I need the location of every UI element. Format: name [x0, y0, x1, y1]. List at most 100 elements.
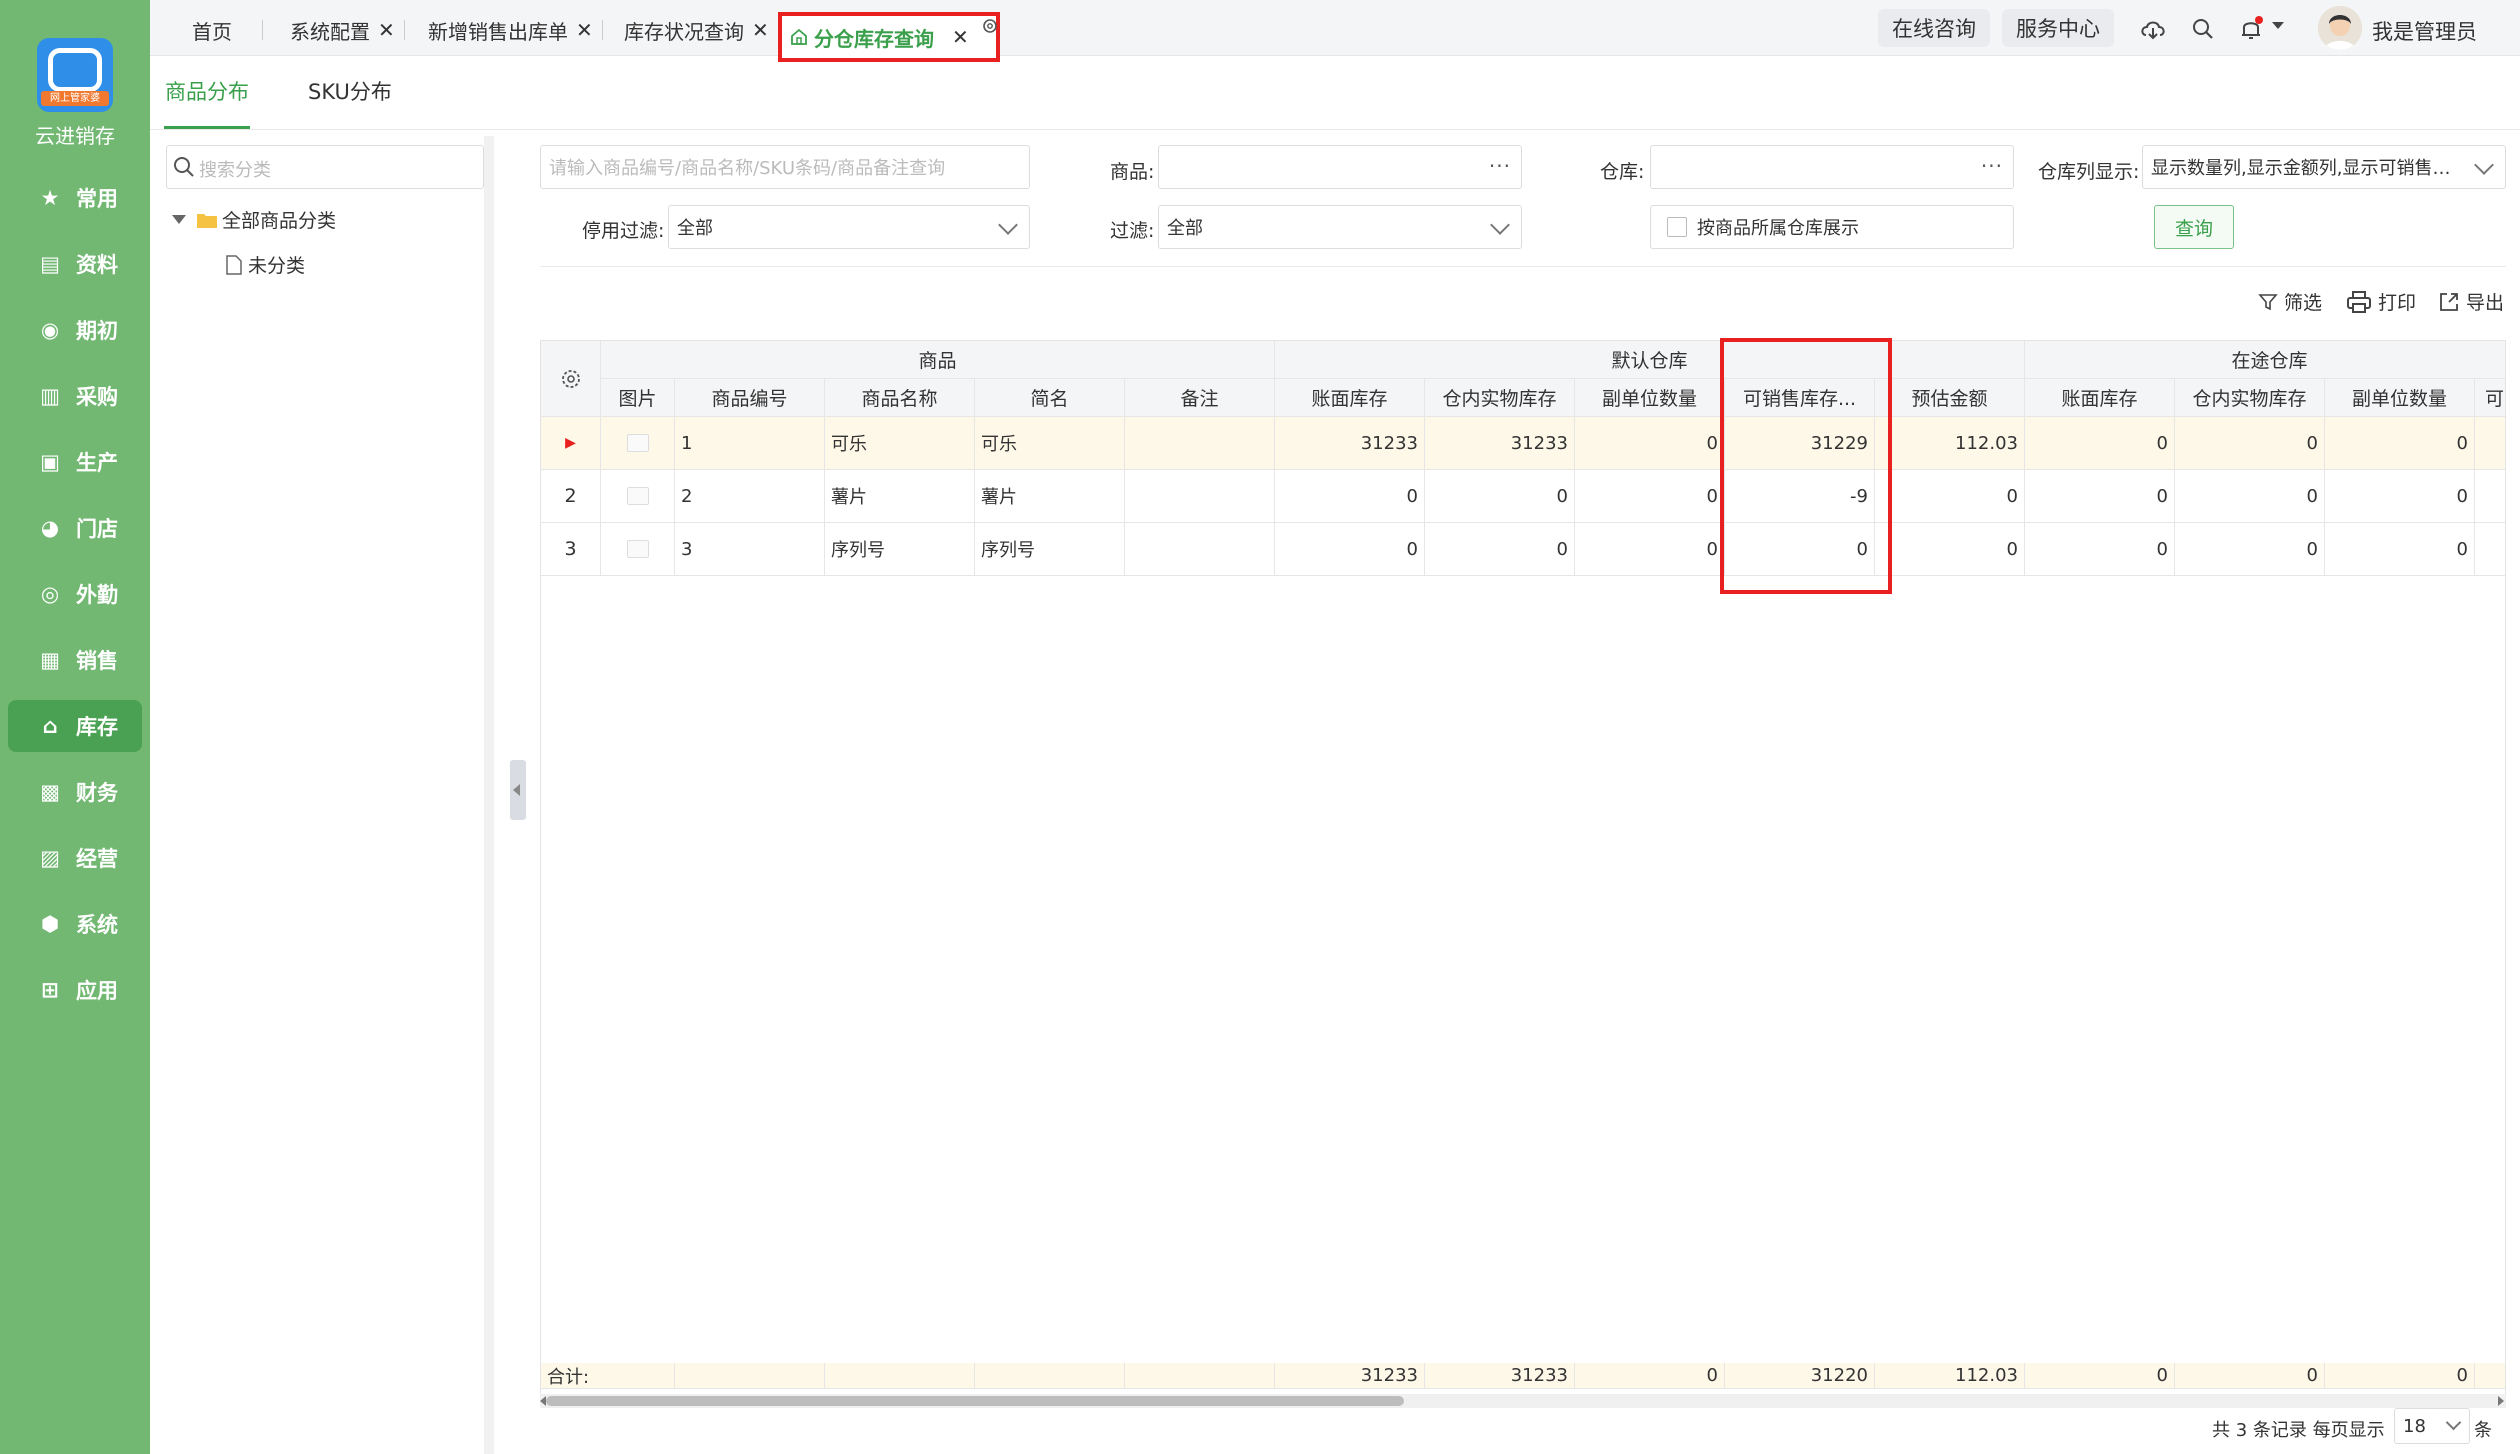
- table-row-cell[interactable]: 0: [2175, 523, 2325, 576]
- subtab-product-distribution[interactable]: 商品分布: [165, 76, 249, 106]
- table-row-cell[interactable]: 31233: [1425, 417, 1575, 470]
- sidebar-item[interactable]: ▥ 采购: [8, 370, 142, 422]
- table-row-cell[interactable]: 0: [1575, 417, 1725, 470]
- scrollbar-thumb[interactable]: [546, 1396, 1404, 1406]
- table-row-cell[interactable]: [2475, 470, 2505, 523]
- service-center-button[interactable]: 服务中心: [2002, 9, 2114, 47]
- table-row-cell[interactable]: 0: [1875, 470, 2025, 523]
- export-button[interactable]: 导出: [2438, 288, 2504, 315]
- filter-select[interactable]: 全部: [1158, 205, 1522, 249]
- query-button[interactable]: 查询: [2154, 205, 2234, 249]
- close-icon[interactable]: ✕: [576, 18, 593, 42]
- sidebar-item[interactable]: ▦ 销售: [8, 634, 142, 686]
- sidebar-item[interactable]: ⬢ 系统: [8, 898, 142, 950]
- table-row-cell[interactable]: [601, 470, 675, 523]
- table-row-cell[interactable]: 0: [1575, 523, 1725, 576]
- table-row-cell[interactable]: [1125, 417, 1275, 470]
- search-icon[interactable]: [2188, 14, 2218, 44]
- table-row-cell[interactable]: 31233: [1275, 417, 1425, 470]
- cloud-download-icon[interactable]: [2138, 14, 2168, 44]
- sidebar-item[interactable]: ⊞ 应用: [8, 964, 142, 1016]
- sidebar-item[interactable]: ▨ 经营: [8, 832, 142, 884]
- column-header[interactable]: 商品编号: [675, 379, 825, 417]
- pane-scrollbar[interactable]: [484, 136, 494, 1454]
- table-row-cell[interactable]: 3: [541, 523, 601, 576]
- column-header[interactable]: 仓内实物库存: [2175, 379, 2325, 417]
- table-row-cell[interactable]: 0: [1275, 470, 1425, 523]
- table-row-cell[interactable]: 0: [2175, 417, 2325, 470]
- sidebar-item[interactable]: ◉ 期初: [8, 304, 142, 356]
- close-icon[interactable]: ✕: [952, 25, 969, 49]
- column-header[interactable]: 账面库存: [1275, 379, 1425, 417]
- table-row-cell[interactable]: 0: [2025, 523, 2175, 576]
- table-row-cell[interactable]: 0: [2175, 470, 2325, 523]
- scroll-left-arrow-icon[interactable]: [540, 1396, 546, 1406]
- table-row-cell[interactable]: 0: [1425, 470, 1575, 523]
- column-header[interactable]: 账面库存: [2025, 379, 2175, 417]
- online-consult-button[interactable]: 在线咨询: [1878, 9, 1990, 47]
- tree-node-root[interactable]: 全部商品分类: [172, 206, 336, 233]
- table-row-cell[interactable]: 1: [675, 417, 825, 470]
- tree-node-uncategorized[interactable]: 未分类: [226, 251, 305, 278]
- more-icon[interactable]: ···: [1981, 154, 2003, 178]
- table-row-cell[interactable]: 0: [1275, 523, 1425, 576]
- column-header[interactable]: 预估金额: [1875, 379, 2025, 417]
- column-header[interactable]: 简名: [975, 379, 1125, 417]
- chevron-down-icon[interactable]: [2272, 22, 2284, 29]
- close-icon[interactable]: ✕: [378, 18, 395, 42]
- page-size-select[interactable]: 18: [2394, 1408, 2470, 1444]
- product-picker[interactable]: ···: [1158, 145, 1522, 189]
- column-header[interactable]: 图片: [601, 379, 675, 417]
- keyword-search-input[interactable]: 请输入商品编号/商品名称/SKU条码/商品备注查询: [540, 145, 1030, 189]
- column-header[interactable]: 副单位数量: [1575, 379, 1725, 417]
- table-row-cell[interactable]: 0: [1875, 523, 2025, 576]
- table-row-cell[interactable]: [2475, 417, 2505, 470]
- table-row-cell[interactable]: 可乐: [975, 417, 1125, 470]
- tab-inventory-status[interactable]: 库存状况查询 ✕: [624, 8, 769, 52]
- table-row-cell[interactable]: 序列号: [975, 523, 1125, 576]
- print-button[interactable]: 打印: [2346, 288, 2416, 315]
- checkbox[interactable]: [1667, 217, 1687, 237]
- column-header[interactable]: 仓内实物库存: [1425, 379, 1575, 417]
- table-row-cell[interactable]: 112.03: [1875, 417, 2025, 470]
- table-row-cell[interactable]: 薯片: [975, 470, 1125, 523]
- table-row-cell[interactable]: 0: [2325, 470, 2475, 523]
- warehouse-picker[interactable]: ···: [1650, 145, 2014, 189]
- tab-system-config[interactable]: 系统配置 ✕: [290, 8, 395, 52]
- user-name[interactable]: 我是管理员: [2372, 16, 2477, 46]
- sidebar-item[interactable]: ▤ 资料: [8, 238, 142, 290]
- table-row-cell[interactable]: 0: [2025, 417, 2175, 470]
- sidebar-item[interactable]: ★ 常用: [8, 172, 142, 224]
- tab-new-sales-outbound[interactable]: 新增销售出库单 ✕: [428, 8, 593, 52]
- current-row-indicator-icon[interactable]: ▶: [541, 417, 601, 470]
- bell-icon[interactable]: [2236, 14, 2266, 44]
- column-header[interactable]: 商品名称: [825, 379, 975, 417]
- tab-warehouse-inventory[interactable]: 分仓库存查询 ✕: [778, 12, 1000, 62]
- scroll-right-arrow-icon[interactable]: [2498, 1396, 2504, 1406]
- column-header[interactable]: 备注: [1125, 379, 1275, 417]
- category-search-input[interactable]: 搜索分类: [166, 145, 484, 189]
- table-row-cell[interactable]: 0: [2025, 470, 2175, 523]
- column-settings-gear-icon[interactable]: [541, 341, 601, 417]
- sidebar-item[interactable]: ◎ 外勤: [8, 568, 142, 620]
- table-row-cell[interactable]: [1125, 523, 1275, 576]
- table-row-cell[interactable]: 可乐: [825, 417, 975, 470]
- table-row-cell[interactable]: 2: [541, 470, 601, 523]
- tab-home[interactable]: 首页: [192, 8, 232, 52]
- caret-down-icon[interactable]: [172, 215, 186, 224]
- more-icon[interactable]: ···: [1489, 154, 1511, 178]
- sidebar-item[interactable]: ◕ 门店: [8, 502, 142, 554]
- table-row-cell[interactable]: [1125, 470, 1275, 523]
- close-icon[interactable]: ✕: [752, 18, 769, 42]
- column-display-select[interactable]: 显示数量列,显示金额列,显示可销售库...: [2142, 145, 2506, 189]
- table-row-cell[interactable]: 3: [675, 523, 825, 576]
- table-row-cell[interactable]: [601, 417, 675, 470]
- tab-settings-gear-icon[interactable]: [980, 16, 1000, 41]
- table-row-cell[interactable]: 0: [2325, 417, 2475, 470]
- table-row-cell[interactable]: 薯片: [825, 470, 975, 523]
- avatar[interactable]: [2318, 6, 2362, 50]
- sidebar-item[interactable]: ▣ 生产: [8, 436, 142, 488]
- table-row-cell[interactable]: 序列号: [825, 523, 975, 576]
- sidebar-item[interactable]: ⌂ 库存: [8, 700, 142, 752]
- table-row-cell[interactable]: [601, 523, 675, 576]
